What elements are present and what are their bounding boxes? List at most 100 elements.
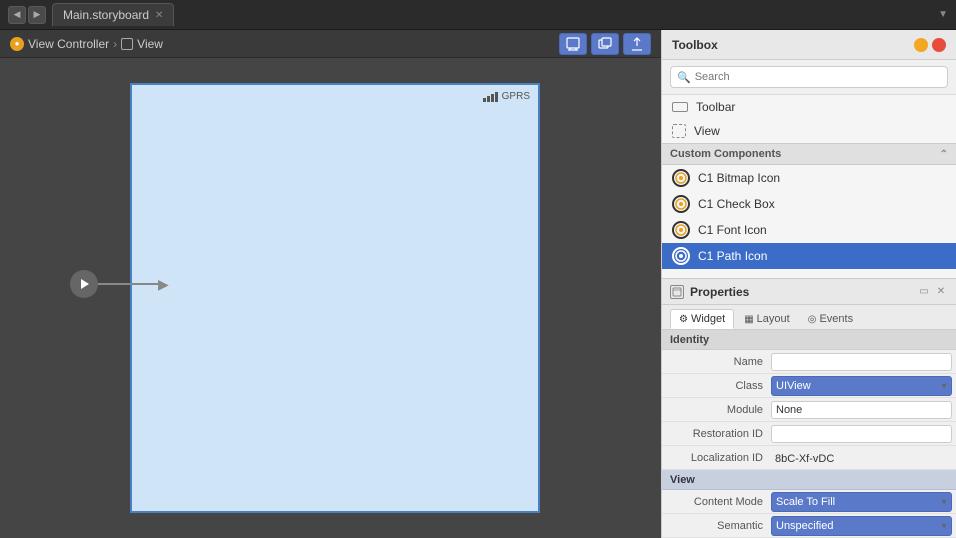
tab-dropdown-button[interactable]: ▼ (938, 9, 948, 20)
tab-events[interactable]: ◎ Events (800, 309, 861, 329)
properties-title: Properties (690, 285, 911, 299)
arrow-head-icon: ▶ (158, 276, 169, 293)
tab-close-button[interactable]: ✕ (155, 10, 163, 21)
bitmap-item-icon (672, 169, 690, 187)
toolbox-controls (914, 38, 946, 52)
module-input[interactable] (771, 401, 952, 419)
toolbar-btn-3[interactable] (623, 33, 651, 55)
search-icon: 🔍 (677, 71, 691, 84)
fonticon-item-icon (672, 221, 690, 239)
title-bar: ◀ ▶ Main.storyboard ✕ ▼ (0, 0, 956, 30)
view-item-icon (672, 124, 686, 138)
toolbox-item-bitmap[interactable]: C1 Bitmap Icon (662, 165, 956, 191)
toolbox-item-view[interactable]: View (662, 119, 956, 143)
name-label: Name (666, 356, 771, 368)
toolbox-search-area: 🔍 (662, 60, 956, 95)
arrow-line (98, 283, 158, 285)
restoration-input[interactable] (771, 425, 952, 443)
toolbox-item-checkbox[interactable]: C1 Check Box (662, 191, 956, 217)
toolbox-item-pathicon[interactable]: C1 Path Icon (662, 243, 956, 269)
class-select[interactable]: UIView (771, 376, 952, 396)
breadcrumb-controller-label: View Controller (28, 37, 109, 51)
properties-tabs: ⚙ Widget ▦ Layout ◎ Events (662, 305, 956, 330)
properties-content: Identity Name Class UIView (662, 330, 956, 538)
tab-widget[interactable]: ⚙ Widget (670, 309, 734, 329)
toolbox-list: Toolbar View Custom Components ⌃ C1 Bitm… (662, 95, 956, 278)
toolbar-btn-2[interactable] (591, 33, 619, 55)
device-frame: GPRS (130, 83, 540, 513)
custom-components-label: Custom Components (670, 148, 781, 160)
class-value: UIView (771, 376, 952, 396)
view-section-label: View (670, 474, 695, 486)
initial-view-controller-arrow: ▶ (70, 270, 169, 298)
forward-button[interactable]: ▶ (28, 6, 46, 24)
semantic-label: Semantic (666, 520, 771, 532)
restoration-value (771, 425, 952, 443)
custom-components-header: Custom Components ⌃ (662, 143, 956, 165)
checkbox-item-label: C1 Check Box (698, 197, 775, 211)
content-mode-value: Scale To Fill (771, 492, 952, 512)
breadcrumb-view[interactable]: View (121, 37, 163, 51)
content-mode-select[interactable]: Scale To Fill (771, 492, 952, 512)
pathicon-item-icon (672, 247, 690, 265)
toolbox-item-toolbar[interactable]: Toolbar (662, 95, 956, 119)
toolbox-header: Toolbox (662, 30, 956, 60)
tab-label: Main.storyboard (63, 8, 149, 22)
properties-controls: ▭ ✕ (917, 285, 948, 299)
properties-close-button[interactable]: ✕ (934, 285, 948, 299)
canvas-area: ● View Controller › View (0, 30, 661, 538)
name-value (771, 353, 952, 371)
bitmap-item-label: C1 Bitmap Icon (698, 171, 780, 185)
module-label: Module (666, 404, 771, 416)
restoration-label: Restoration ID (666, 428, 771, 440)
breadcrumb-view-controller[interactable]: ● View Controller (10, 37, 109, 51)
identity-section-label: Identity (670, 334, 709, 346)
localization-label: Localization ID (666, 452, 771, 464)
search-input[interactable] (695, 71, 941, 83)
layout-tab-label: Layout (757, 313, 790, 325)
signal-bars-icon (483, 92, 498, 102)
properties-header: Properties ▭ ✕ (662, 279, 956, 305)
view-item-icon (121, 38, 133, 50)
toolbar-btn-1[interactable] (559, 33, 587, 55)
main-area: ● View Controller › View (0, 30, 956, 538)
tab-layout[interactable]: ▦ Layout (736, 309, 797, 329)
toolbox-close-button[interactable] (932, 38, 946, 52)
view-item-label: View (694, 124, 720, 138)
name-row: Name (662, 350, 956, 374)
view-section-header: View (662, 470, 956, 490)
content-mode-label: Content Mode (666, 496, 771, 508)
name-input[interactable] (771, 353, 952, 371)
events-tab-icon: ◎ (808, 314, 817, 325)
module-value (771, 401, 952, 419)
back-button[interactable]: ◀ (8, 6, 26, 24)
localization-text: 8bC-Xf-vDC (771, 453, 834, 465)
identity-section-header: Identity (662, 330, 956, 350)
toolbox-item-fonticon[interactable]: C1 Font Icon (662, 217, 956, 243)
layout-tab-icon: ▦ (744, 314, 753, 325)
nav-buttons: ◀ ▶ (8, 6, 46, 24)
right-panel: Toolbox 🔍 Toolbar View (661, 30, 956, 538)
semantic-value: Unspecified (771, 516, 952, 536)
properties-panel: Properties ▭ ✕ ⚙ Widget ▦ Layout ◎ (662, 278, 956, 538)
breadcrumb-separator: › (113, 37, 117, 51)
fonticon-item-label: C1 Font Icon (698, 223, 767, 237)
toolbox-minimize-button[interactable] (914, 38, 928, 52)
toolbar-item-icon (672, 102, 688, 112)
tab-main-storyboard[interactable]: Main.storyboard ✕ (52, 3, 174, 26)
breadcrumb: ● View Controller › View (0, 30, 661, 58)
semantic-row: Semantic Unspecified (662, 514, 956, 538)
properties-minimize-button[interactable]: ▭ (917, 285, 931, 299)
gprs-label: GPRS (502, 91, 530, 102)
localization-row: Localization ID 8bC-Xf-vDC (662, 446, 956, 470)
class-label: Class (666, 380, 771, 392)
events-tab-label: Events (819, 313, 853, 325)
localization-value: 8bC-Xf-vDC (771, 451, 952, 465)
content-mode-row: Content Mode Scale To Fill (662, 490, 956, 514)
semantic-select[interactable]: Unspecified (771, 516, 952, 536)
canvas-viewport[interactable]: GPRS (0, 58, 661, 538)
section-collapse-icon[interactable]: ⌃ (940, 149, 948, 160)
class-row: Class UIView (662, 374, 956, 398)
device-status-bar: GPRS (483, 91, 530, 102)
checkbox-item-icon (672, 195, 690, 213)
